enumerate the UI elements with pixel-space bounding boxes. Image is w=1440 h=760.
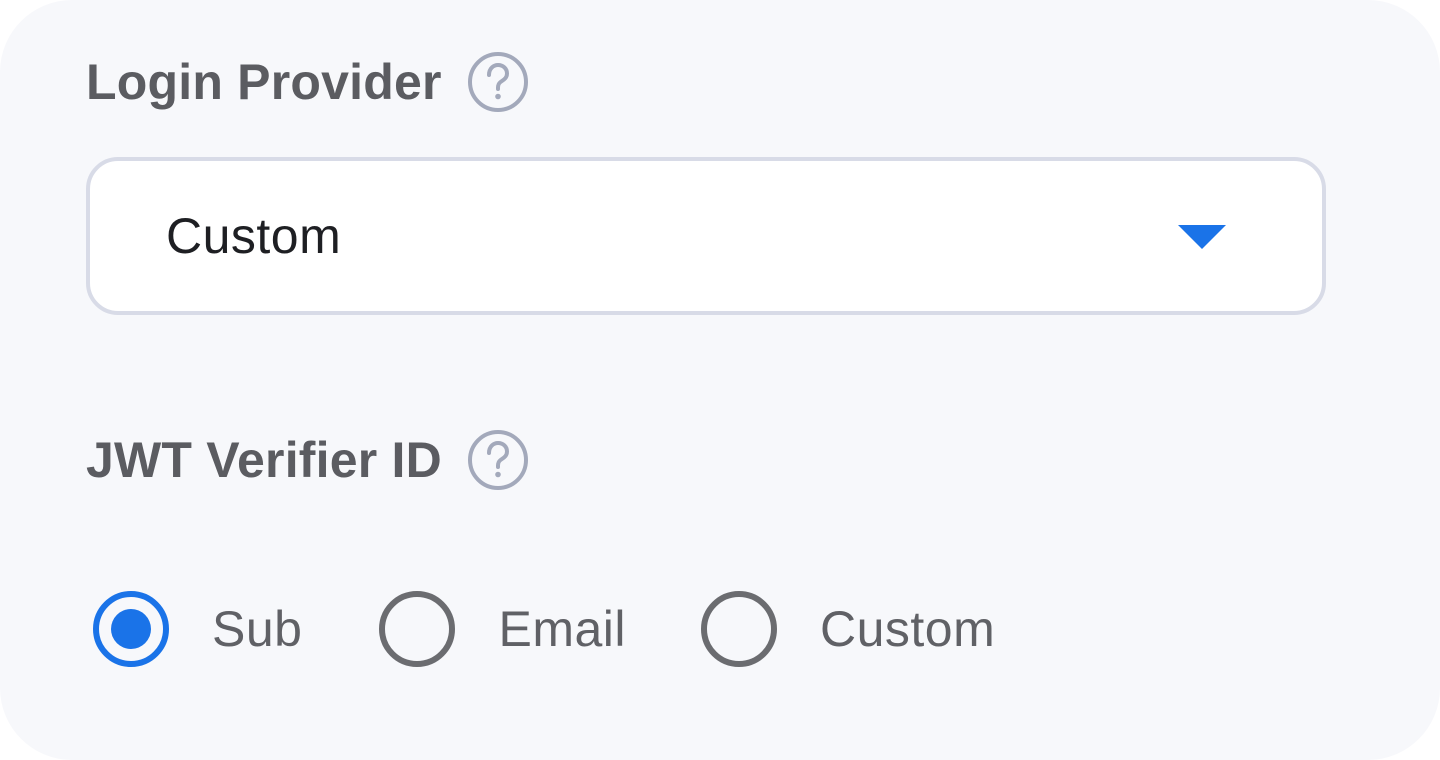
radio-label-email: Email: [498, 601, 626, 657]
settings-card: Login Provider Custom JWT Verifier ID Su…: [0, 0, 1440, 760]
radio-label-custom: Custom: [820, 601, 996, 657]
login-provider-label: Login Provider: [86, 54, 442, 110]
question-circle-icon[interactable]: [466, 50, 530, 114]
radio-option-email[interactable]: Email: [378, 590, 626, 668]
jwt-verifier-label-row: JWT Verifier ID: [86, 428, 530, 492]
radio-selected-icon[interactable]: [92, 590, 170, 668]
radio-unselected-icon[interactable]: [700, 590, 778, 668]
radio-option-custom[interactable]: Custom: [700, 590, 995, 668]
caret-down-icon: [1178, 225, 1226, 249]
radio-label-sub: Sub: [212, 601, 303, 657]
question-circle-icon[interactable]: [466, 428, 530, 492]
radio-unselected-icon[interactable]: [378, 590, 456, 668]
login-provider-select-value: Custom: [166, 208, 342, 264]
jwt-verifier-label: JWT Verifier ID: [86, 432, 442, 488]
question-circle-icon-svg: [467, 52, 528, 112]
login-provider-label-row: Login Provider: [86, 50, 530, 114]
radio-option-sub[interactable]: Sub: [92, 590, 302, 668]
jwt-verifier-radio-group: Sub Email Custom: [86, 586, 995, 672]
question-circle-icon-svg: [467, 430, 528, 490]
login-provider-select[interactable]: Custom: [86, 157, 1326, 315]
